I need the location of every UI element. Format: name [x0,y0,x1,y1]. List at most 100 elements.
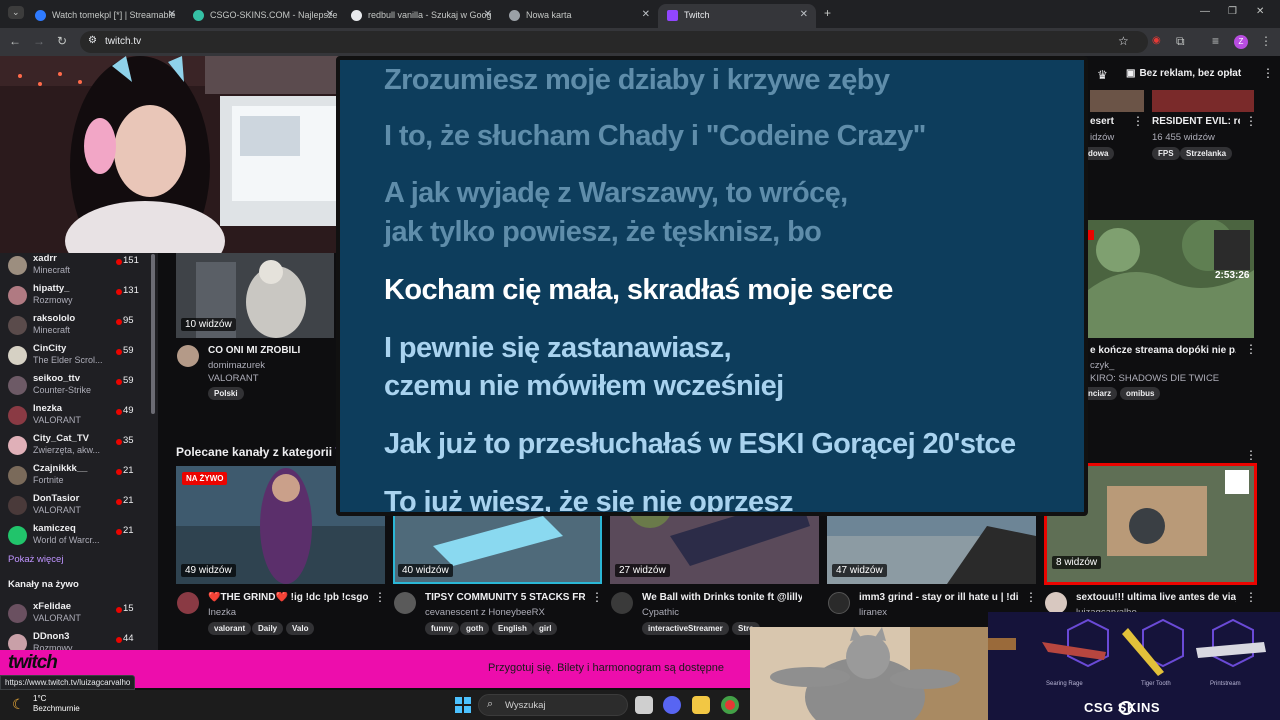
channel-name[interactable]: domimazurek [208,360,265,371]
stream-title[interactable]: imm3 grind - stay or ill hate u | !di... [859,592,1019,603]
card-options-icon[interactable]: ⋮ [1025,590,1037,604]
close-tab-icon[interactable]: ✕ [800,9,808,20]
back-icon[interactable]: ← [9,34,21,48]
stream-tag[interactable]: interactiveStreamer [642,622,729,635]
tab-search-icon[interactable]: ⌄ [8,6,24,19]
stream-tag[interactable]: goth [460,622,490,635]
stream-thumbnail[interactable] [1090,90,1144,112]
sidebar-channel[interactable]: kamiczeq World of Warcr... 21 [0,522,150,552]
address-bar[interactable]: ⚙ twitch.tv ☆ [80,31,1148,53]
close-tab-icon[interactable]: ✕ [642,9,650,20]
reading-list-icon[interactable]: ≡ [1212,34,1219,48]
tab-twitch[interactable]: Twitch ✕ [658,4,816,28]
stream-tag[interactable]: funny [425,622,459,635]
viewer-badge: 40 widzów [398,564,453,577]
tab-new-tab[interactable]: Nowa karta ✕ [500,4,658,28]
card-options-icon[interactable]: ⋮ [374,590,386,604]
stream-thumbnail[interactable]: 10 widzów [176,252,334,338]
sidebar-channel[interactable]: Inezka VALORANT 49 [0,402,150,432]
tab-streamable[interactable]: Watch tomekpl [*] | Streamable ✕ [26,4,184,28]
stream-title[interactable]: e kończe streama dopóki nie p... [1090,345,1236,356]
more-options-icon[interactable]: ⋮ [1262,66,1274,80]
viewer-count: 49 [123,405,134,416]
stream-game[interactable]: VALORANT [208,373,259,384]
menu-kebab-icon[interactable]: ⋮ [1260,34,1272,48]
close-tab-icon[interactable]: ✕ [484,9,492,20]
card-options-icon[interactable]: ⋮ [1245,342,1257,356]
bookmark-star-icon[interactable]: ☆ [1118,34,1129,48]
extension-icon[interactable]: ◉ [1152,35,1161,46]
stream-thumbnail[interactable] [1152,90,1254,112]
stream-title[interactable]: ❤️THE GRIND❤️ !ig !dc !pb !csgo... [208,592,368,603]
sidebar-channel[interactable]: DonTasior VALORANT 21 [0,492,150,522]
close-tab-icon[interactable]: ✕ [326,9,334,20]
sidebar-channel[interactable]: City_Cat_TV Zwierzęta, akw... 35 [0,432,150,462]
sidebar-scrollbar[interactable] [151,254,155,414]
maximize-icon[interactable]: ❐ [1228,6,1237,17]
stream-tag[interactable]: Polski [208,387,244,400]
channel-avatar [8,376,27,395]
channel-name[interactable]: Inezka [208,607,236,618]
discord-icon[interactable] [663,696,681,714]
stream-title[interactable]: CO ONI MI ZROBILI [208,345,348,356]
weather-moon-icon[interactable]: ☾ [12,696,25,713]
taskbar-search[interactable]: ⌕ Wyszukaj [478,694,628,716]
stream-tag[interactable]: omibus [1120,387,1161,400]
stream-title[interactable]: RESIDENT EVIL: re... [1152,116,1240,127]
ad-free-button[interactable]: ▣ Bez reklam, bez opłat [1120,66,1247,84]
stream-title[interactable]: TIPSY COMMUNITY 5 STACKS FRI... [425,592,585,603]
task-view-icon[interactable] [635,696,653,714]
profile-avatar[interactable]: Z [1234,35,1248,49]
sidebar-channel[interactable]: Czajnikkk__ Fortnite 21 [0,462,150,492]
sidebar-channel[interactable]: seikoo_ttv Counter-Strike 59 [0,372,150,402]
card-options-icon[interactable]: ⋮ [591,590,603,604]
sidebar-channel[interactable]: raksololo Minecraft 95 [0,312,150,342]
stream-tag[interactable]: Valo [286,622,315,635]
tab-google-search[interactable]: redbull vanilla - Szukaj w Goog ✕ [342,4,500,28]
stream-tag[interactable]: girl [533,622,558,635]
tab-csgo-skins[interactable]: CSGO-SKINS.COM - Najlepsze ✕ [184,4,342,28]
card-options-icon[interactable]: ⋮ [1245,114,1257,128]
channel-avatar[interactable] [177,345,199,367]
close-window-icon[interactable]: ✕ [1256,6,1264,17]
stream-game[interactable]: KIRO: SHADOWS DIE TWICE [1090,373,1219,384]
channel-avatar[interactable] [177,592,199,614]
section-options-icon[interactable]: ⋮ [1245,448,1257,462]
stream-title[interactable]: sextouu!!! ultima live antes de viaj... [1076,592,1236,603]
channel-avatar[interactable] [828,592,850,614]
channel-avatar[interactable] [611,592,633,614]
stream-title[interactable]: We Ball with Drinks tonite ft @lilly... [642,592,802,603]
sidebar-channel[interactable]: xFelidae VALORANT 15 [0,600,150,630]
forward-icon[interactable]: → [33,34,45,48]
card-options-icon[interactable]: ⋮ [1132,114,1144,128]
channel-name[interactable]: liranex [859,607,887,618]
show-more-link[interactable]: Pokaż więcej [8,554,63,565]
sidebar-channel[interactable]: xadrr Minecraft 151 [0,252,150,282]
stream-title[interactable]: esert [1090,116,1130,127]
card-options-icon[interactable]: ⋮ [1245,590,1257,604]
sidebar-channel[interactable]: hipatty_ Rozmowy 131 [0,282,150,312]
windows-start-icon[interactable] [455,697,471,713]
channel-name[interactable]: Cypathic [642,607,679,618]
sidebar-channel[interactable]: CinCity The Elder Scrol... 59 [0,342,150,372]
reload-icon[interactable]: ↻ [57,34,67,48]
channel-name[interactable]: cevanescent z HoneybeeRX [425,607,545,618]
prime-crown-icon[interactable]: ♛ [1097,68,1108,82]
stream-tag[interactable]: FPS [1152,147,1180,160]
stream-tag[interactable]: English [492,622,533,635]
minimize-icon[interactable]: — [1200,6,1210,17]
stream-tag[interactable]: Strzelanka [1180,147,1233,160]
csgo-skins-ad[interactable]: Searing Rage Tiger Tooth Printstream CSG… [988,612,1280,720]
file-explorer-icon[interactable] [692,696,710,714]
channel-avatar[interactable] [1045,592,1067,614]
new-tab-button[interactable]: + [824,6,831,20]
channel-avatar[interactable] [394,592,416,614]
extensions-puzzle-icon[interactable]: ⧉ [1176,34,1185,49]
close-tab-icon[interactable]: ✕ [168,9,176,20]
site-info-icon[interactable]: ⚙ [88,35,97,46]
stream-thumbnail[interactable]: 2:53:26 [1088,220,1254,338]
channel-name[interactable]: czyk_ [1090,360,1114,371]
stream-tag[interactable]: Daily [252,622,284,635]
stream-tag[interactable]: valorant [208,622,252,635]
chrome-icon[interactable] [721,696,739,714]
